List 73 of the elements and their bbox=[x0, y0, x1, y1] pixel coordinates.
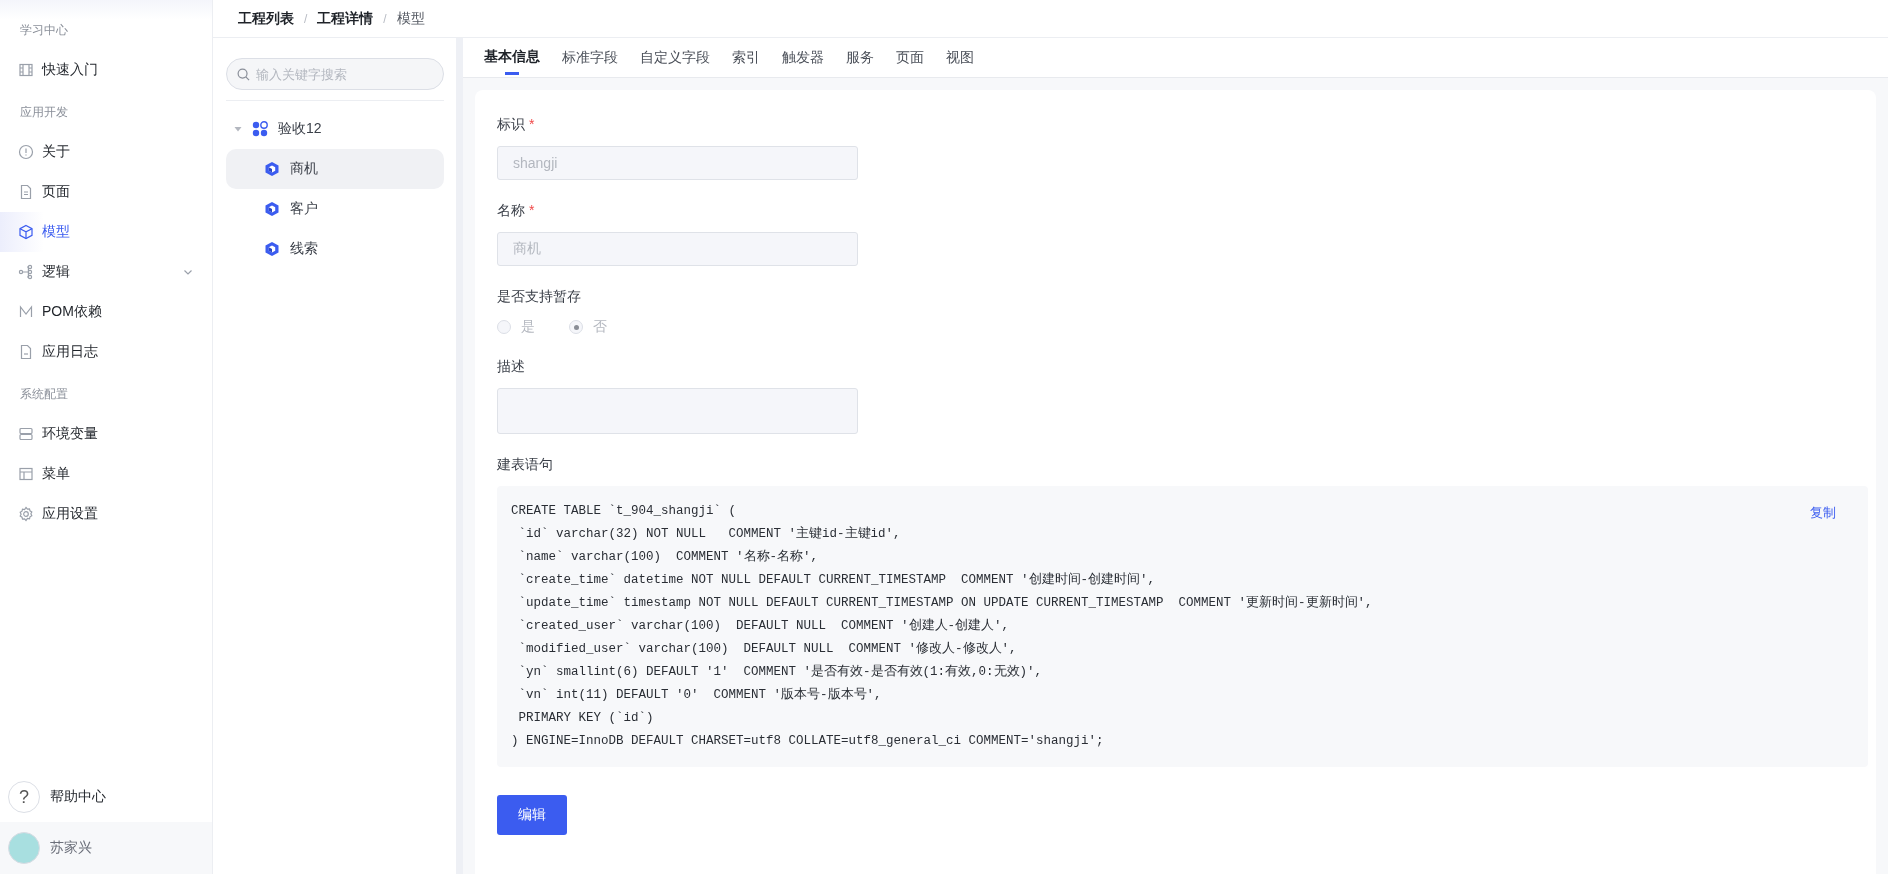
tab[interactable]: 视图 bbox=[946, 38, 974, 78]
help-center[interactable]: ? 帮助中心 bbox=[0, 772, 212, 822]
nav-label: 逻辑 bbox=[42, 263, 71, 281]
document-icon bbox=[18, 344, 34, 360]
sql-code: CREATE TABLE `t_904_shangji` ( `id` varchar(32) NOT NULL COMMENT '主键id-主键id', `name` varchar(100) COMMENT '名称-名称', `create_time` datetime NOT NULL DEFAULT CURRENT_TIMESTAMP COMMENT '创建时间-创建时间', `update_time` timestamp NOT NULL DEFAULT CURRENT_TIMESTAMP ON UPDATE CURRENT_TIMESTAMP COMMENT '更新时间-更新时间', `created_user` varchar(100) DEFAULT NULL COMMENT '创建人-创建人', `modified_user` varchar(100) DEFAULT NULL COMMENT '修改人-修改人', `yn` smallint(6) DEFAULT '1' COMMENT '是否有效-是否有效(1:有效,0:无效)', `vn` int(11) DEFAULT '0' COMMENT '版本号-版本号', PRIMARY KEY (`id`) ) ENGINE=InnoDB DEFAULT CHARSET=utf8 COLLATE=utf8_general_ci COMMENT='shangji'; bbox=[511, 503, 1374, 750]
breadcrumb-separator: / bbox=[304, 11, 308, 26]
nav-item[interactable]: POM依赖 bbox=[0, 292, 212, 332]
cube-icon bbox=[18, 224, 34, 240]
required-mark: * bbox=[529, 202, 535, 220]
info-icon bbox=[18, 144, 34, 160]
tab[interactable]: 自定义字段 bbox=[640, 38, 710, 78]
required-mark: * bbox=[529, 116, 535, 134]
nav-item[interactable]: 页面 bbox=[0, 172, 212, 212]
tree-label: 商机 bbox=[290, 160, 318, 178]
section-title: 系统配置 bbox=[19, 386, 69, 403]
cube-icon bbox=[264, 161, 280, 177]
field-label: 是否支持暂存 bbox=[497, 288, 581, 306]
nav-label: 菜单 bbox=[42, 465, 71, 483]
tree-label: 验收12 bbox=[278, 120, 322, 138]
nav-label: 关于 bbox=[42, 143, 71, 161]
nav-label: 环境变量 bbox=[42, 425, 99, 443]
field-label: 描述 bbox=[497, 358, 525, 376]
nav-label: 模型 bbox=[42, 223, 71, 241]
caret-icon bbox=[234, 125, 242, 133]
copy-link[interactable]: 复制 bbox=[1810, 504, 1836, 524]
section-title: 应用开发 bbox=[19, 104, 69, 121]
tab[interactable]: 索引 bbox=[732, 38, 760, 78]
tree-label: 客户 bbox=[290, 200, 318, 218]
nav-label: 快速入门 bbox=[42, 61, 99, 79]
tab[interactable]: 标准字段 bbox=[562, 38, 618, 78]
tab[interactable]: 页面 bbox=[896, 38, 924, 78]
nav-item[interactable]: 关于 bbox=[0, 132, 212, 172]
help-label: 帮助中心 bbox=[50, 788, 106, 806]
field-label: 建表语句 bbox=[497, 456, 553, 474]
document-icon bbox=[18, 184, 34, 200]
gear-icon bbox=[18, 506, 34, 522]
breadcrumb-link[interactable]: 模型 bbox=[396, 9, 425, 28]
nav-item[interactable]: 环境变量 bbox=[0, 414, 212, 454]
breadcrumb-link[interactable]: 工程列表 bbox=[238, 9, 294, 28]
section-title: 学习中心 bbox=[19, 22, 69, 39]
tree-node[interactable]: 商机 bbox=[226, 149, 444, 189]
nav-label: 应用设置 bbox=[42, 505, 99, 523]
tree-node[interactable]: 客户 bbox=[226, 189, 444, 229]
server-icon bbox=[18, 426, 34, 442]
nav-label: POM依赖 bbox=[42, 303, 103, 321]
avatar[interactable] bbox=[8, 832, 40, 864]
user-name: 苏家兴 bbox=[50, 839, 92, 857]
cube-icon bbox=[264, 241, 280, 257]
tree-node[interactable]: 线索 bbox=[226, 229, 444, 269]
layout-icon bbox=[18, 466, 34, 482]
field-label: 标识 bbox=[497, 116, 525, 134]
nodes-icon bbox=[18, 264, 34, 280]
app-cluster-icon bbox=[252, 121, 268, 137]
nav-item[interactable]: 逻辑 bbox=[0, 252, 212, 292]
tab[interactable]: 触发器 bbox=[782, 38, 824, 78]
nav-item[interactable]: 快速入门 bbox=[0, 50, 212, 90]
edit-button[interactable]: 编辑 bbox=[497, 795, 567, 835]
nav-item[interactable]: 菜单 bbox=[0, 454, 212, 494]
field-label: 名称 bbox=[497, 202, 525, 220]
tab[interactable]: 服务 bbox=[846, 38, 874, 78]
grid-icon bbox=[18, 62, 34, 78]
nav-label: 页面 bbox=[42, 183, 71, 201]
cube-icon bbox=[264, 201, 280, 217]
letter-m-icon bbox=[18, 304, 34, 320]
nav-item[interactable]: 应用设置 bbox=[0, 494, 212, 534]
tree-label: 线索 bbox=[290, 240, 318, 258]
breadcrumb-link[interactable]: 工程详情 bbox=[317, 9, 374, 28]
nav-label: 应用日志 bbox=[42, 343, 99, 361]
breadcrumb-separator: / bbox=[383, 11, 387, 26]
search-icon bbox=[237, 68, 250, 81]
tree-node[interactable]: 验收12 bbox=[226, 109, 444, 149]
nav-item[interactable]: 应用日志 bbox=[0, 332, 212, 372]
search-field[interactable]: 输入关键字搜索 bbox=[226, 58, 444, 90]
